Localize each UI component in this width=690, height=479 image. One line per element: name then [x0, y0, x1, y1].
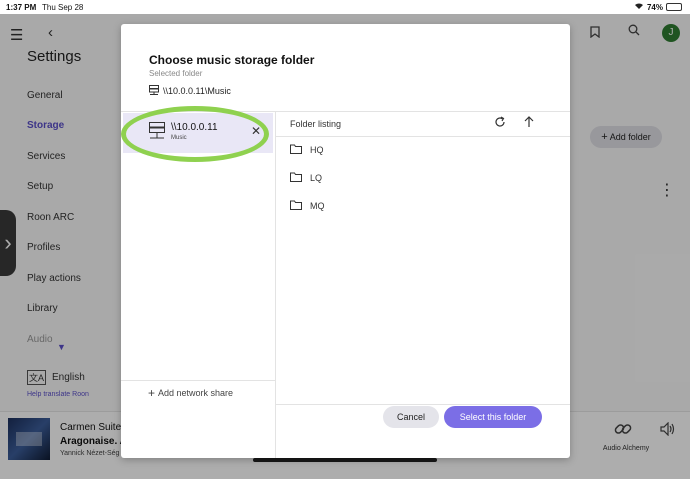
- share-folder: Music: [171, 135, 187, 141]
- status-date: Thu Sep 28: [42, 3, 84, 12]
- network-share-item[interactable]: \\10.0.0.11 Music ✕: [123, 113, 273, 153]
- server-icon: [149, 85, 159, 97]
- refresh-icon[interactable]: [494, 116, 506, 131]
- selected-folder-label: Selected folder: [149, 69, 203, 78]
- divider: [276, 404, 570, 405]
- folder-item[interactable]: LQ: [290, 172, 322, 184]
- plus-icon: +: [148, 385, 156, 400]
- arrow-up-icon[interactable]: [524, 116, 534, 131]
- folder-listing-header: Folder listing: [290, 119, 342, 129]
- share-name: \\10.0.0.11: [171, 122, 218, 133]
- status-bar: 1:37 PM Thu Sep 28 74%: [0, 0, 690, 14]
- add-network-share-button[interactable]: + Add network share: [121, 380, 275, 404]
- selected-folder-path: \\10.0.0.11\Music: [149, 85, 231, 97]
- battery-icon: [666, 3, 682, 11]
- close-icon[interactable]: ✕: [251, 124, 261, 138]
- folder-item[interactable]: HQ: [290, 144, 324, 156]
- folder-name: LQ: [310, 173, 323, 183]
- selected-path-text: \\10.0.0.11\Music: [163, 86, 231, 96]
- status-time: 1:37 PM: [6, 3, 37, 12]
- cancel-button[interactable]: Cancel: [383, 406, 439, 428]
- folder-item[interactable]: MQ: [290, 200, 325, 212]
- folder-icon: [290, 144, 302, 156]
- select-folder-button[interactable]: Select this folder: [444, 406, 542, 428]
- divider: [276, 136, 570, 137]
- wifi-icon: [634, 2, 644, 12]
- status-right: 74%: [634, 2, 682, 12]
- folder-name: MQ: [310, 201, 325, 211]
- battery-percent: 74%: [646, 2, 663, 12]
- storage-folder-dialog: Choose music storage folder Selected fol…: [121, 24, 570, 458]
- folder-icon: [290, 172, 302, 184]
- server-icon: [149, 122, 165, 145]
- folder-icon: [290, 200, 302, 212]
- add-share-label: Add network share: [158, 387, 234, 398]
- folder-name: HQ: [310, 145, 324, 155]
- divider: [275, 111, 276, 458]
- divider: [121, 111, 570, 112]
- dialog-title: Choose music storage folder: [149, 53, 315, 67]
